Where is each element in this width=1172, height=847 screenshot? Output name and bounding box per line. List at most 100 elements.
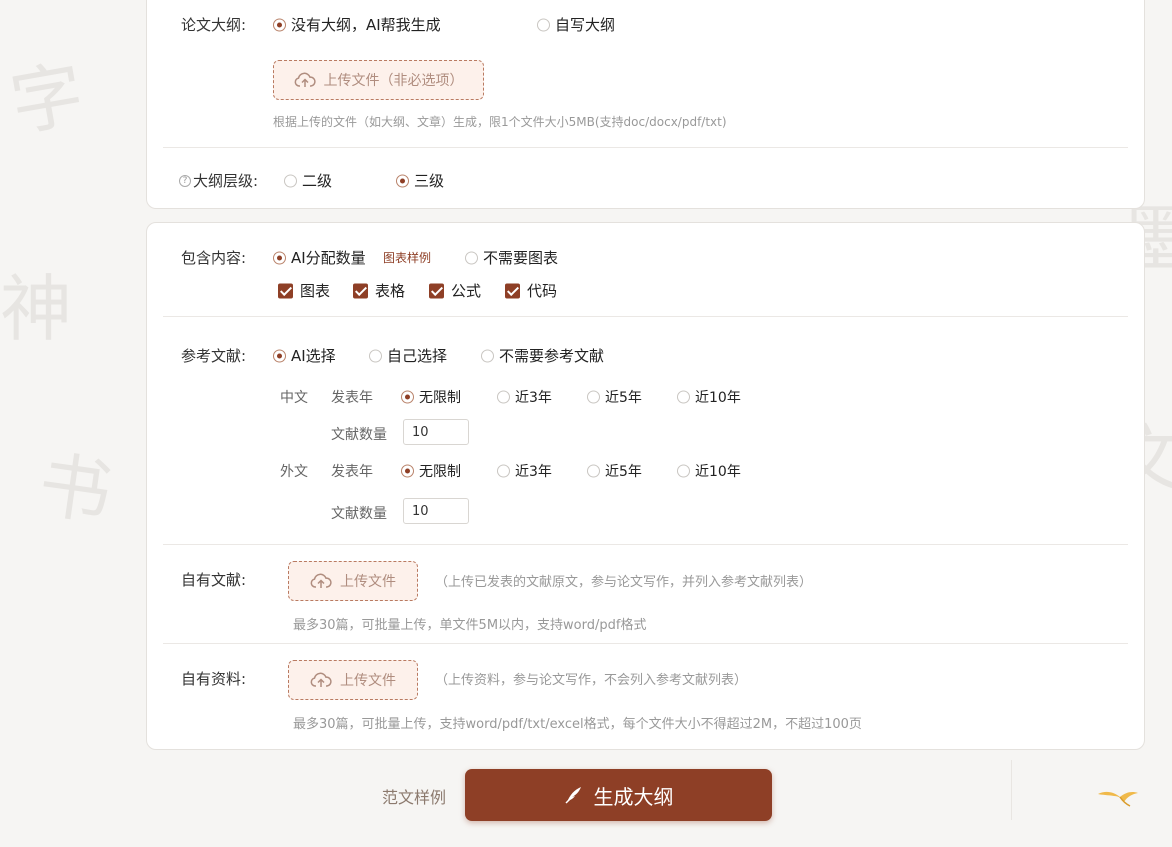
- outline-option-self[interactable]: 自写大纲: [537, 14, 615, 35]
- own-refs-upload-button[interactable]: 上传文件: [288, 561, 418, 601]
- cn-year-10[interactable]: 近10年: [677, 387, 741, 407]
- radio-icon: [369, 349, 382, 362]
- radio-selected-icon: [401, 390, 414, 404]
- en-count-input[interactable]: [403, 498, 469, 524]
- checkbox-checked-icon: [353, 283, 368, 298]
- own-refs-label: 自有文献:: [181, 571, 247, 589]
- refs-cn-count-label: 文献数量: [331, 427, 387, 443]
- checkbox-checked-icon: [278, 283, 293, 298]
- generate-outline-label: 生成大纲: [593, 784, 674, 809]
- own-refs-desc: （上传已发表的文献原文，参与论文写作，并列入参考文献列表）: [435, 575, 813, 590]
- checkbox-formulas[interactable]: 公式: [429, 280, 481, 301]
- outline-option-self-label: 自写大纲: [555, 16, 616, 34]
- en-year-10-label: 近10年: [695, 464, 741, 480]
- cn-year-5-label: 近5年: [605, 390, 642, 406]
- background-calligraphy: 字: [4, 51, 90, 147]
- cloud-upload-icon: [310, 573, 332, 588]
- levels-option-3-label: 三级: [414, 172, 445, 190]
- cloud-upload-icon: [294, 72, 316, 87]
- outline-upload-label: 上传文件（非必选项）: [323, 73, 464, 89]
- refs-en-label: 外文: [280, 464, 308, 480]
- checkbox-charts[interactable]: 图表: [278, 280, 330, 301]
- en-year-3[interactable]: 近3年: [497, 461, 552, 481]
- cn-year-unlimited[interactable]: 无限制: [401, 387, 461, 407]
- checkbox-formulas-label: 公式: [451, 282, 482, 300]
- content-label: 包含内容:: [181, 249, 247, 267]
- divider: [163, 147, 1128, 148]
- sample-essay-link[interactable]: 范文样例: [382, 784, 446, 808]
- divider: [163, 316, 1128, 317]
- cn-year-10-label: 近10年: [695, 390, 741, 406]
- en-year-10[interactable]: 近10年: [677, 461, 741, 481]
- checkbox-tables-label: 表格: [375, 282, 406, 300]
- radio-icon: [587, 464, 600, 478]
- outline-upload-button[interactable]: 上传文件（非必选项）: [273, 60, 484, 100]
- own-materials-upload-label: 上传文件: [340, 673, 396, 689]
- radio-selected-icon: [401, 464, 414, 478]
- levels-label: 大纲层级:: [193, 172, 259, 190]
- quill-icon: [564, 787, 581, 804]
- levels-option-2-label: 二级: [302, 172, 333, 190]
- refs-option-none-label: 不需要参考文献: [499, 347, 605, 365]
- radio-icon: [481, 349, 494, 362]
- levels-option-2[interactable]: 二级: [284, 170, 332, 191]
- radio-icon: [677, 464, 690, 478]
- cn-year-unlimited-label: 无限制: [419, 390, 461, 406]
- outline-option-ai-label: 没有大纲，AI帮我生成: [291, 16, 441, 34]
- content-option-none-label: 不需要图表: [483, 249, 559, 267]
- own-materials-label: 自有资料:: [181, 670, 247, 688]
- own-materials-hint: 最多30篇，可批量上传，支持word/pdf/txt/excel格式，每个文件大…: [293, 717, 862, 732]
- en-year-unlimited-label: 无限制: [419, 464, 461, 480]
- outline-label: 论文大纲:: [181, 16, 247, 34]
- content-settings-card: 包含内容: AI分配数量 图表样例 不需要图表 图表 表格 公式 代码 参考文献…: [146, 222, 1145, 750]
- refs-option-ai-label: AI选择: [291, 347, 336, 365]
- levels-option-3[interactable]: 三级: [396, 170, 444, 191]
- checkbox-code[interactable]: 代码: [505, 280, 557, 301]
- checkbox-checked-icon: [429, 283, 444, 298]
- divider: [1011, 760, 1012, 820]
- own-materials-desc: （上传资料，参与论文写作，不会列入参考文献列表）: [435, 673, 748, 688]
- refs-label: 参考文献:: [181, 347, 247, 365]
- en-year-unlimited[interactable]: 无限制: [401, 461, 461, 481]
- content-option-ai[interactable]: AI分配数量: [273, 247, 366, 268]
- refs-option-self[interactable]: 自己选择: [369, 345, 447, 366]
- outline-option-ai[interactable]: 没有大纲，AI帮我生成: [273, 14, 441, 35]
- radio-selected-icon: [273, 18, 286, 31]
- divider: [163, 643, 1128, 644]
- checkbox-tables[interactable]: 表格: [353, 280, 405, 301]
- own-refs-hint: 最多30篇，可批量上传，单文件5M以内，支持word/pdf格式: [293, 618, 647, 633]
- radio-selected-icon: [396, 174, 409, 187]
- levels-label-group: ? 大纲层级:: [179, 170, 258, 191]
- radio-icon: [587, 390, 600, 404]
- help-icon[interactable]: ?: [179, 174, 191, 187]
- refs-option-none[interactable]: 不需要参考文献: [481, 345, 604, 366]
- en-year-5-label: 近5年: [605, 464, 642, 480]
- cn-year-5[interactable]: 近5年: [587, 387, 642, 407]
- outline-settings-card: 论文大纲: 没有大纲，AI帮我生成 自写大纲 上传文件（非必选项） 根据上传的文…: [146, 0, 1145, 209]
- content-option-none[interactable]: 不需要图表: [465, 247, 558, 268]
- radio-icon: [465, 251, 478, 264]
- refs-option-self-label: 自己选择: [387, 347, 448, 365]
- en-year-5[interactable]: 近5年: [587, 461, 642, 481]
- own-materials-upload-button[interactable]: 上传文件: [288, 660, 418, 700]
- content-option-ai-label: AI分配数量: [291, 249, 366, 267]
- outline-upload-hint: 根据上传的文件（如大纲、文章）生成，限1个文件大小5MB(支持doc/docx/…: [273, 115, 727, 129]
- cn-year-3[interactable]: 近3年: [497, 387, 552, 407]
- bird-logo-icon: [1098, 791, 1138, 807]
- refs-en-year-label: 发表年: [331, 464, 373, 480]
- divider: [163, 544, 1128, 545]
- radio-icon: [497, 390, 510, 404]
- radio-selected-icon: [273, 251, 286, 264]
- refs-en-count-label: 文献数量: [331, 506, 387, 522]
- cloud-upload-icon: [310, 672, 332, 687]
- background-calligraphy: 神: [0, 267, 73, 351]
- radio-icon: [284, 174, 297, 187]
- cn-year-3-label: 近3年: [515, 390, 552, 406]
- checkbox-code-label: 代码: [527, 282, 558, 300]
- refs-option-ai[interactable]: AI选择: [273, 345, 336, 366]
- checkbox-charts-label: 图表: [300, 282, 331, 300]
- cn-count-input[interactable]: [403, 419, 469, 445]
- radio-icon: [677, 390, 690, 404]
- generate-outline-button[interactable]: 生成大纲: [465, 769, 772, 821]
- chart-sample-link[interactable]: 图表样例: [383, 249, 431, 266]
